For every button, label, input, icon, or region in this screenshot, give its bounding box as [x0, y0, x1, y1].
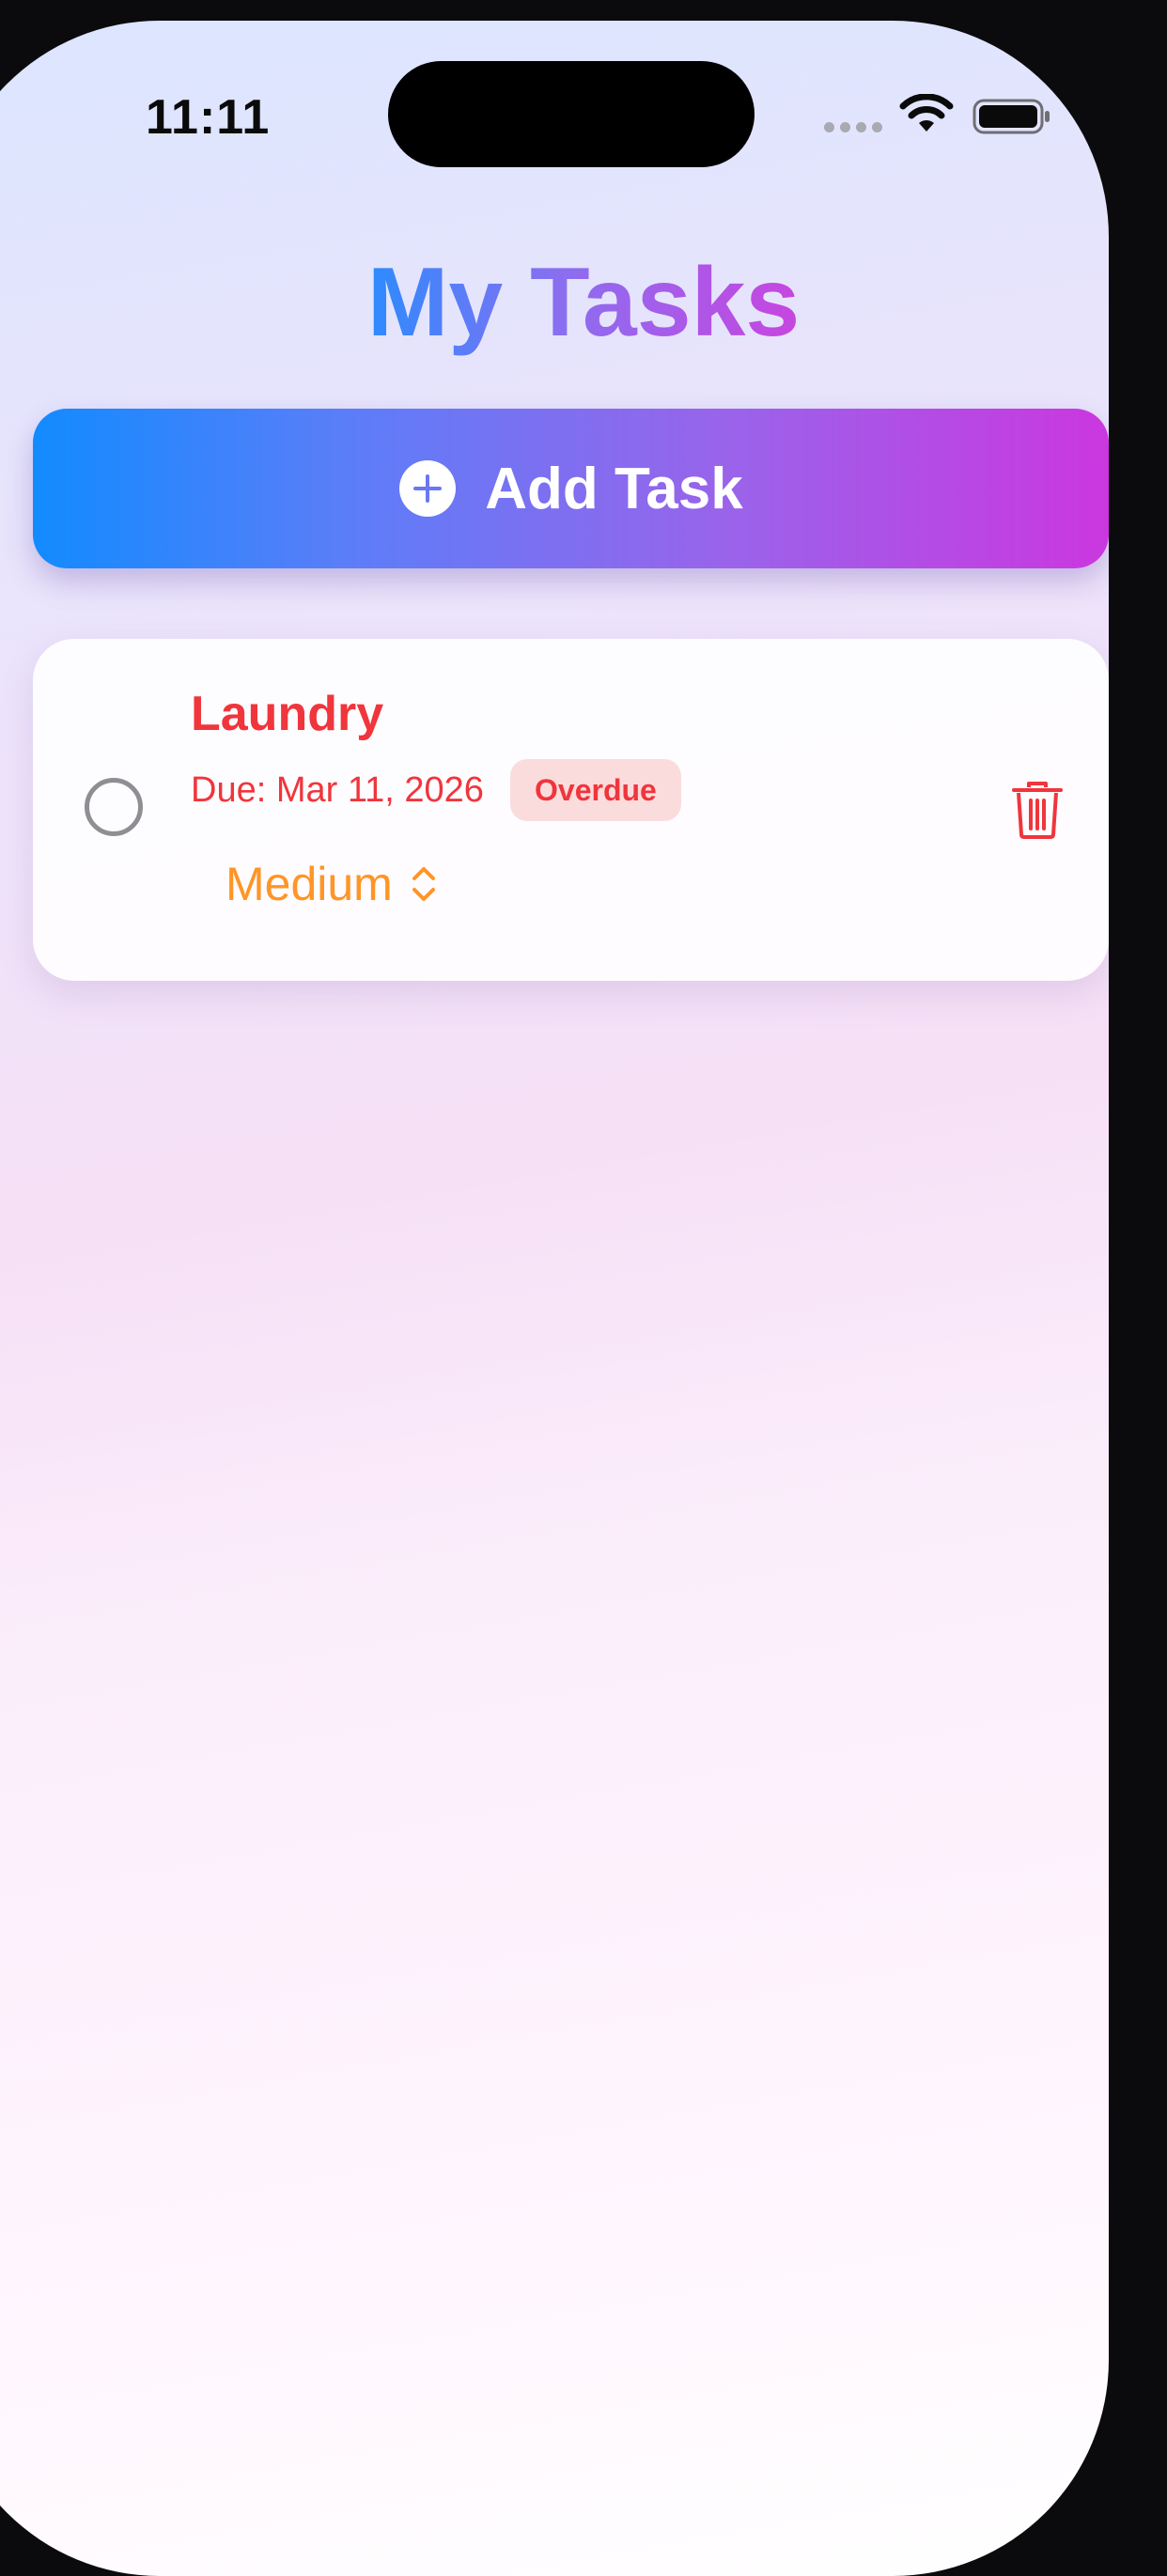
device-frame: 11:11 My Tasks Add Task Laundry Due: Mar… — [0, 0, 1167, 2576]
battery-icon — [972, 99, 1050, 134]
wifi-icon — [899, 94, 954, 132]
app-screen: 11:11 My Tasks Add Task Laundry Due: Mar… — [0, 21, 1109, 2576]
add-task-button[interactable]: Add Task — [33, 409, 1109, 568]
status-time: 11:11 — [146, 90, 271, 145]
page-title: My Tasks — [0, 246, 1109, 359]
priority-value: Medium — [226, 858, 393, 910]
trash-icon[interactable] — [1010, 780, 1065, 840]
cellular-signal-icon — [824, 122, 882, 132]
overdue-badge: Overdue — [510, 759, 681, 821]
plus-circle-icon — [399, 460, 457, 517]
complete-checkbox[interactable] — [85, 778, 143, 836]
task-card: Laundry Due: Mar 11, 2026 Overdue Medium — [33, 639, 1109, 981]
task-title: Laundry — [191, 687, 384, 741]
chevron-up-down-icon — [412, 867, 435, 901]
add-task-label: Add Task — [485, 456, 743, 521]
task-due-date: Due: Mar 11, 2026 — [191, 770, 484, 810]
priority-picker[interactable]: Medium — [226, 857, 438, 911]
page-title-text: My Tasks — [366, 248, 801, 357]
dynamic-island — [388, 61, 755, 167]
